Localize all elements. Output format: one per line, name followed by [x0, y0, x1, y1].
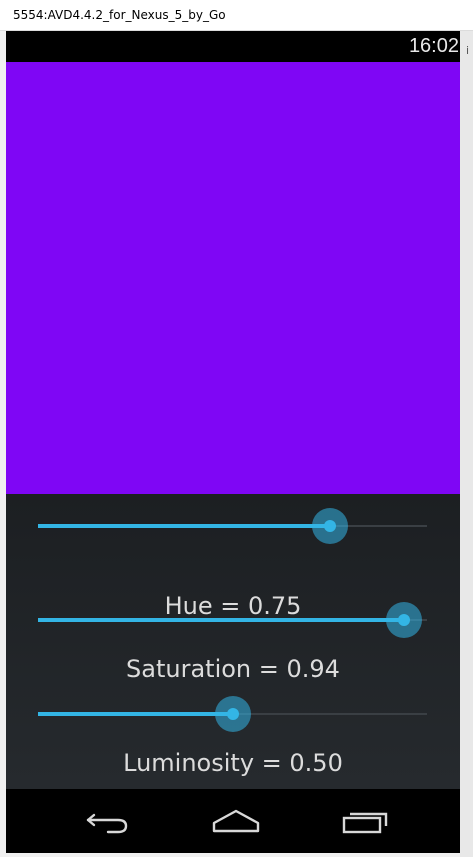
luminosity-label: Luminosity = 0.50	[123, 749, 343, 777]
saturation-slider-fill	[38, 618, 404, 622]
navigation-bar	[6, 789, 460, 853]
home-button[interactable]	[206, 803, 266, 839]
recent-apps-button[interactable]	[336, 803, 396, 839]
status-bar: 16:02	[6, 31, 460, 62]
hue-slider-fill	[38, 524, 330, 528]
hue-slider[interactable]	[38, 506, 427, 546]
back-icon	[86, 813, 128, 834]
emulator-side-strip	[460, 31, 473, 857]
window-title: 5554:AVD4.4.2_for_Nexus_5_by_Go	[13, 8, 226, 22]
window-titlebar: 5554:AVD4.4.2_for_Nexus_5_by_Go	[0, 0, 473, 31]
saturation-slider[interactable]	[38, 600, 427, 640]
controls-panel: Hue = 0.75 Saturation = 0.94 Luminosity …	[6, 494, 460, 789]
recent-apps-icon	[342, 812, 388, 834]
emulator-window: 5554:AVD4.4.2_for_Nexus_5_by_Go i 16:02 …	[0, 0, 473, 857]
home-icon	[212, 809, 260, 833]
luminosity-slider[interactable]	[38, 694, 427, 734]
back-button[interactable]	[78, 803, 138, 839]
side-strip-glyph: i	[466, 44, 470, 57]
color-preview	[6, 62, 460, 494]
saturation-slider-thumb-dot	[397, 614, 410, 626]
luminosity-slider-thumb-dot	[226, 708, 239, 720]
status-clock: 16:02	[408, 35, 459, 57]
device-screen: 16:02 Hue = 0.75 Saturation = 0.94 Lumin…	[6, 31, 460, 853]
luminosity-slider-fill	[38, 712, 233, 716]
hue-slider-thumb-dot	[323, 520, 336, 532]
saturation-label: Saturation = 0.94	[126, 655, 340, 683]
